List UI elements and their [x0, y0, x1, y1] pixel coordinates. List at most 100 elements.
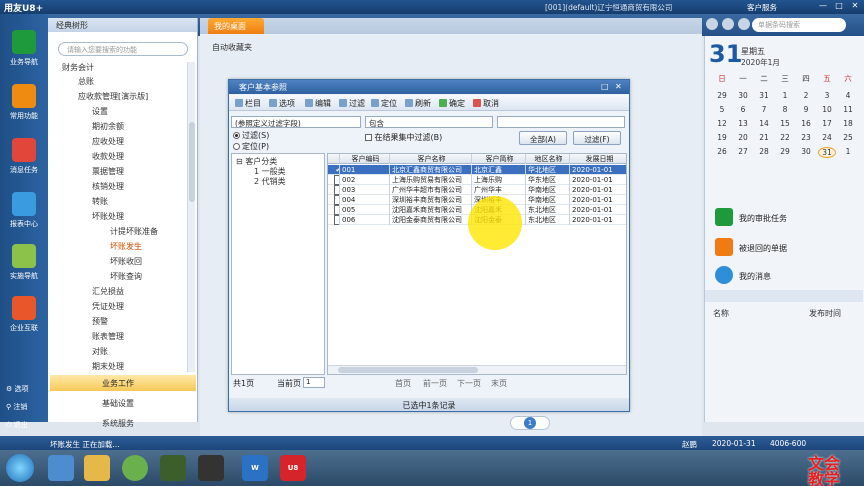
- calendar-day-cell[interactable]: 12: [713, 119, 731, 128]
- tree-item[interactable]: 财务会计: [62, 62, 94, 73]
- calendar-day-cell[interactable]: 22: [776, 133, 794, 142]
- calendar-day-cell[interactable]: 29: [713, 91, 731, 100]
- row-checkbox[interactable]: [328, 205, 340, 215]
- help-icon[interactable]: [706, 18, 718, 30]
- returned-docs-link[interactable]: 被退回的单据: [715, 238, 787, 256]
- dialog-close-button[interactable]: ✕: [615, 82, 622, 91]
- edit-button[interactable]: 编辑: [305, 98, 331, 109]
- folder-icon[interactable]: [84, 455, 110, 481]
- apply-filter-button[interactable]: 过滤(F): [573, 131, 621, 145]
- tab-business-work[interactable]: 业务工作: [50, 375, 196, 391]
- tree-item[interactable]: 收款处理: [92, 151, 124, 162]
- tree-scrollbar[interactable]: [187, 62, 195, 372]
- calendar-day-cell[interactable]: 26: [713, 147, 731, 156]
- barcode-search-input[interactable]: 单据条码搜索: [752, 18, 846, 32]
- locate-button[interactable]: 定位: [371, 98, 397, 109]
- row-checkbox[interactable]: [328, 195, 340, 205]
- calendar-day-cell[interactable]: 7: [755, 105, 773, 114]
- calendar-day-cell[interactable]: 1: [776, 91, 794, 100]
- tree-item[interactable]: 应收款管理[演示版]: [78, 91, 148, 102]
- calendar-day-cell[interactable]: 16: [797, 119, 815, 128]
- table-row[interactable]: 003 广州华丰超市有限公司 广州华丰 华南地区 2020-01-01: [328, 185, 626, 195]
- u8-taskbar-icon[interactable]: U8: [280, 455, 306, 481]
- locate-radio[interactable]: 定位(P): [233, 141, 269, 152]
- tree-item[interactable]: 计提坏账准备: [110, 226, 158, 237]
- calendar-day-cell[interactable]: 11: [839, 105, 857, 114]
- nav-common[interactable]: 常用功能: [0, 84, 48, 121]
- calendar-day-cell[interactable]: 15: [776, 119, 794, 128]
- tree-item[interactable]: 期末处理: [92, 361, 124, 372]
- calendar-day-cell[interactable]: 30: [797, 147, 815, 156]
- nav-reports[interactable]: 报表中心: [0, 192, 48, 229]
- bell-icon[interactable]: [738, 18, 750, 30]
- camtasia-icon[interactable]: [160, 455, 186, 481]
- tree-item[interactable]: 票据管理: [92, 166, 124, 177]
- tab-my-desktop[interactable]: 我的桌面: [208, 18, 264, 34]
- recorder-icon[interactable]: [198, 455, 224, 481]
- nav-enterprise[interactable]: 企业互联: [0, 296, 48, 333]
- start-button[interactable]: [6, 454, 34, 482]
- filter-value-input[interactable]: [497, 116, 625, 128]
- calendar-day-cell[interactable]: 23: [797, 133, 815, 142]
- options-menu[interactable]: ⚙ 选项: [6, 384, 29, 394]
- category-item[interactable]: 2 代销类: [254, 176, 286, 187]
- calendar-day-cell[interactable]: 2: [797, 91, 815, 100]
- nav-messages[interactable]: 消息任务: [0, 138, 48, 175]
- filter-button[interactable]: 过滤: [339, 98, 365, 109]
- media-icon[interactable]: [122, 455, 148, 481]
- calendar-day-cell[interactable]: 20: [734, 133, 752, 142]
- tree-item[interactable]: 预警: [92, 316, 108, 327]
- tree-item[interactable]: 坏账处理: [92, 211, 124, 222]
- calendar-day-cell[interactable]: 31: [818, 147, 836, 158]
- page-indicator[interactable]: 1: [510, 416, 550, 430]
- ie-icon[interactable]: [48, 455, 74, 481]
- tree-item[interactable]: 汇兑损益: [92, 286, 124, 297]
- close-button[interactable]: ✕: [848, 1, 862, 13]
- filter-field-select[interactable]: (参照定义过滤字段): [231, 116, 361, 128]
- exit-menu[interactable]: ⏻ 退出: [6, 420, 28, 430]
- tree-item[interactable]: 账表管理: [92, 331, 124, 342]
- maximize-button[interactable]: □: [832, 1, 846, 13]
- calendar-day-cell[interactable]: 13: [734, 119, 752, 128]
- calendar-day-cell[interactable]: 9: [797, 105, 815, 114]
- tab-system-service[interactable]: 系统服务: [50, 415, 196, 431]
- my-messages-link[interactable]: 我的消息: [715, 266, 771, 284]
- calendar-day-cell[interactable]: 1: [839, 147, 857, 156]
- calendar-day-cell[interactable]: 29: [776, 147, 794, 156]
- calendar-day-cell[interactable]: 3: [818, 91, 836, 100]
- calendar-day-cell[interactable]: 30: [734, 91, 752, 100]
- calendar-day-cell[interactable]: 17: [818, 119, 836, 128]
- filter-radio[interactable]: 过滤(S): [233, 130, 269, 141]
- tree-item-selected[interactable]: 坏账发生: [110, 241, 142, 252]
- options-button[interactable]: 选项: [269, 98, 295, 109]
- calendar-day-cell[interactable]: 8: [776, 105, 794, 114]
- all-button[interactable]: 全部(A): [519, 131, 567, 145]
- calendar-day-cell[interactable]: 27: [734, 147, 752, 156]
- last-page-link[interactable]: 末页: [491, 378, 507, 389]
- cancel-button[interactable]: 取消: [473, 98, 499, 109]
- nav-business[interactable]: 业务导航: [0, 30, 48, 67]
- calendar-day-cell[interactable]: 14: [755, 119, 773, 128]
- tree-item[interactable]: 总账: [78, 76, 94, 87]
- table-row[interactable]: ✔001北京汇鑫商贸有限公司北京汇鑫华北地区2020-01-01: [328, 165, 626, 175]
- minimize-button[interactable]: —: [816, 1, 830, 13]
- calendar-day-cell[interactable]: 21: [755, 133, 773, 142]
- tab-basic-settings[interactable]: 基础设置: [50, 395, 196, 411]
- tree-item[interactable]: 核销处理: [92, 181, 124, 192]
- calendar-day-cell[interactable]: 19: [713, 133, 731, 142]
- row-checkbox[interactable]: [328, 215, 340, 225]
- calendar-day-cell[interactable]: 6: [734, 105, 752, 114]
- calendar-day-cell[interactable]: 10: [818, 105, 836, 114]
- confirm-button[interactable]: 确定: [439, 98, 465, 109]
- filter-in-result-checkbox[interactable]: 在结果集中过滤(B): [365, 132, 442, 143]
- tree-item[interactable]: 设置: [92, 106, 108, 117]
- tree-item[interactable]: 对账: [92, 346, 108, 357]
- tree-item[interactable]: 凭证处理: [92, 301, 124, 312]
- tree-item[interactable]: 应收处理: [92, 136, 124, 147]
- row-checkbox[interactable]: ✔: [328, 165, 340, 175]
- first-page-link[interactable]: 首页: [395, 378, 411, 389]
- columns-button[interactable]: 栏目: [235, 98, 261, 109]
- calendar-day-cell[interactable]: 24: [818, 133, 836, 142]
- nav-implement[interactable]: 实施导航: [0, 244, 48, 281]
- tree-item[interactable]: 坏账查询: [110, 271, 142, 282]
